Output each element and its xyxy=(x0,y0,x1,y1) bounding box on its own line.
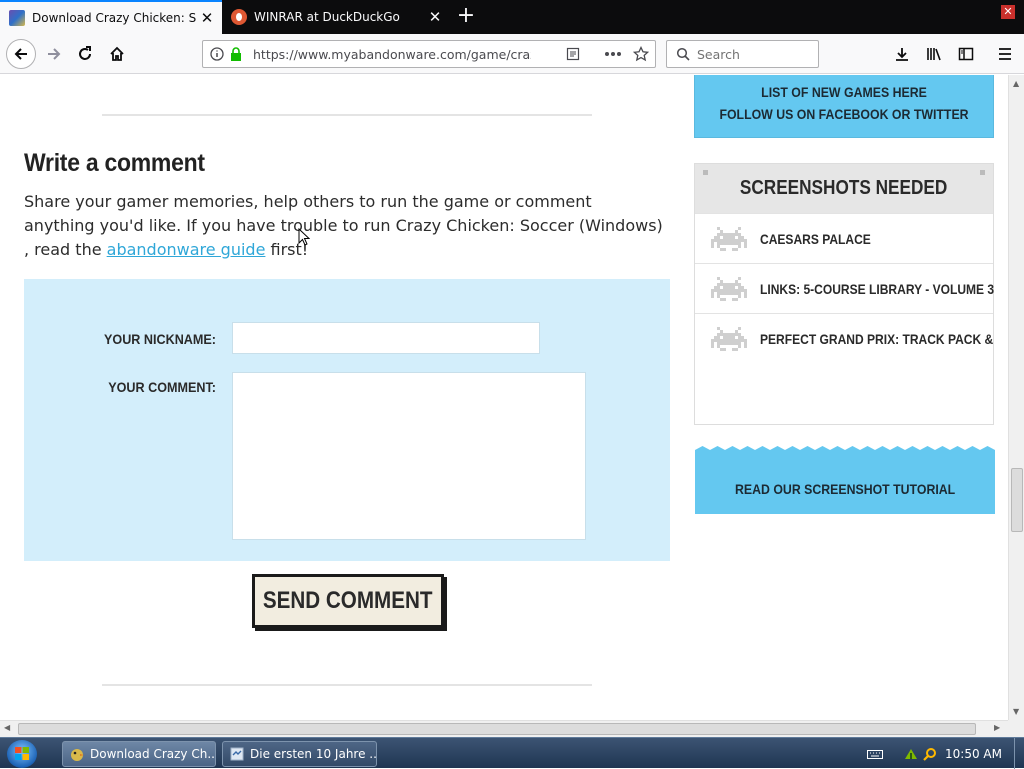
document-app-icon xyxy=(230,747,244,761)
arrow-left-icon xyxy=(14,48,27,60)
home-button[interactable] xyxy=(103,40,131,68)
tab-title: WINRAR at DuckDuckGo xyxy=(254,10,400,24)
library-button[interactable] xyxy=(920,40,948,68)
send-comment-button[interactable]: SEND COMMENT xyxy=(252,574,444,628)
keyboard-icon[interactable] xyxy=(867,748,884,760)
tab-title: Download Crazy Chicken: Socce xyxy=(32,11,196,25)
page-viewport: Write a comment Share your gamer memorie… xyxy=(0,75,1008,720)
scroll-down-arrow-icon[interactable]: ▼ xyxy=(1013,707,1019,716)
list-item[interactable]: PERFECT GRAND PRIX: TRACK PACK & xyxy=(695,313,993,363)
screenshot-game-link[interactable]: PERFECT GRAND PRIX: TRACK PACK & xyxy=(760,331,993,347)
divider xyxy=(102,114,592,116)
system-tray: 10:50 AM xyxy=(867,738,1024,769)
space-invader-icon xyxy=(711,226,747,251)
space-invader-icon xyxy=(711,326,747,351)
taskbar-item-label: Download Crazy Ch... xyxy=(90,747,216,761)
follow-us-link[interactable]: FOLLOW US ON FACEBOOK OR TWITTER xyxy=(713,106,975,122)
home-icon xyxy=(110,46,124,61)
space-invader-icon xyxy=(711,276,747,301)
scroll-up-arrow-icon[interactable]: ▲ xyxy=(1013,79,1019,88)
search-icon[interactable] xyxy=(923,747,937,761)
abandonware-guide-link[interactable]: abandonware guide xyxy=(107,240,266,259)
forward-button[interactable] xyxy=(40,40,68,68)
comment-form: YOUR NICKNAME: YOUR COMMENT: xyxy=(24,279,670,561)
vertical-scroll-thumb[interactable] xyxy=(1011,468,1023,532)
arrow-right-icon xyxy=(48,48,61,60)
show-desktop-button[interactable] xyxy=(1014,738,1024,769)
duckduckgo-favicon-icon xyxy=(231,9,247,25)
chicken-app-icon xyxy=(71,749,84,761)
menu-button[interactable] xyxy=(991,40,1019,68)
search-input[interactable]: Search xyxy=(666,40,819,68)
tab-active[interactable]: Download Crazy Chicken: Socce ✕ xyxy=(0,0,222,34)
screenshot-tutorial-link[interactable]: READ OUR SCREENSHOT TUTORIAL xyxy=(735,481,955,497)
back-button[interactable] xyxy=(6,39,36,69)
screenshot-game-link[interactable]: LINKS: 5-COURSE LIBRARY - VOLUME 3 xyxy=(760,281,994,297)
mouse-cursor-icon xyxy=(298,228,310,246)
corner-decoration xyxy=(980,170,985,175)
reload-icon xyxy=(79,46,91,60)
sidebar-button[interactable] xyxy=(952,40,980,68)
comment-textarea[interactable] xyxy=(232,372,586,540)
tab-close-icon[interactable]: ✕ xyxy=(424,8,446,26)
new-games-banner[interactable]: LIST OF NEW GAMES HERE FOLLOW US ON FACE… xyxy=(694,75,994,138)
network-icon[interactable] xyxy=(903,747,919,761)
download-icon xyxy=(896,48,908,61)
search-placeholder: Search xyxy=(697,47,740,62)
url-bar[interactable]: https://www.myabandonware.com/game/crazy xyxy=(202,40,656,68)
comment-label: YOUR COMMENT: xyxy=(108,379,216,395)
nav-bar: https://www.myabandonware.com/game/crazy… xyxy=(0,34,1024,74)
comment-intro-text: Share your gamer memories, help others t… xyxy=(24,190,664,262)
comment-section-title: Write a comment xyxy=(24,149,205,177)
zigzag-divider xyxy=(695,446,995,456)
screenshot-tutorial-banner[interactable]: READ OUR SCREENSHOT TUTORIAL xyxy=(695,446,995,514)
lock-icon[interactable] xyxy=(230,47,242,61)
list-item[interactable]: CAESARS PALACE xyxy=(695,213,993,263)
scroll-right-arrow-icon[interactable]: ▶ xyxy=(994,723,1000,732)
taskbar-item-label: Die ersten 10 Jahre ... xyxy=(250,747,377,761)
search-icon xyxy=(676,47,690,61)
tab-close-icon[interactable]: ✕ xyxy=(196,9,218,27)
reload-button[interactable] xyxy=(71,40,99,68)
screenshots-needed-title: SCREENSHOTS NEEDED xyxy=(740,177,948,199)
page-actions-icon[interactable] xyxy=(604,51,622,57)
nickname-field[interactable] xyxy=(232,322,540,354)
new-games-link[interactable]: LIST OF NEW GAMES HERE xyxy=(713,84,975,100)
start-button[interactable] xyxy=(7,740,37,768)
new-tab-button[interactable]: + xyxy=(454,3,478,29)
site-favicon-icon xyxy=(9,10,25,26)
downloads-button[interactable] xyxy=(888,40,916,68)
horizontal-scroll-thumb[interactable] xyxy=(18,723,976,735)
horizontal-scrollbar[interactable]: ◀ ▶ xyxy=(0,720,1008,737)
taskbar: Download Crazy Ch... Die ersten 10 Jahre… xyxy=(0,737,1024,769)
send-comment-label: SEND COMMENT xyxy=(263,587,433,614)
list-item[interactable]: LINKS: 5-COURSE LIBRARY - VOLUME 3 xyxy=(695,263,994,313)
hamburger-menu-icon xyxy=(999,48,1011,60)
scrollbar-corner xyxy=(1008,720,1024,737)
tab-bar: Download Crazy Chicken: Socce ✕ WINRAR a… xyxy=(0,0,1024,34)
nickname-label: YOUR NICKNAME: xyxy=(103,331,216,347)
divider xyxy=(102,684,592,686)
library-icon xyxy=(927,48,941,61)
info-icon[interactable] xyxy=(210,47,224,61)
corner-decoration xyxy=(703,170,708,175)
bookmark-star-icon[interactable] xyxy=(633,46,649,62)
url-text: https://www.myabandonware.com/game/crazy xyxy=(253,47,531,62)
window-close-button[interactable]: ✕ xyxy=(1001,5,1015,19)
taskbar-item-document[interactable]: Die ersten 10 Jahre ... xyxy=(222,741,377,767)
sidebar-icon xyxy=(958,47,974,61)
scroll-left-arrow-icon[interactable]: ◀ xyxy=(4,723,10,732)
screenshots-needed-box: SCREENSHOTS NEEDED CAESARS PALACE LINKS:… xyxy=(694,163,995,514)
tab-inactive[interactable]: WINRAR at DuckDuckGo ✕ xyxy=(222,0,450,34)
screenshots-needed-header: SCREENSHOTS NEEDED xyxy=(695,164,993,213)
vertical-scrollbar[interactable]: ▲ ▼ xyxy=(1008,75,1024,720)
clock[interactable]: 10:50 AM xyxy=(945,747,1002,761)
reader-view-icon[interactable] xyxy=(566,47,580,61)
taskbar-item-browser[interactable]: Download Crazy Ch... xyxy=(62,741,216,767)
screenshot-game-link[interactable]: CAESARS PALACE xyxy=(760,231,871,247)
